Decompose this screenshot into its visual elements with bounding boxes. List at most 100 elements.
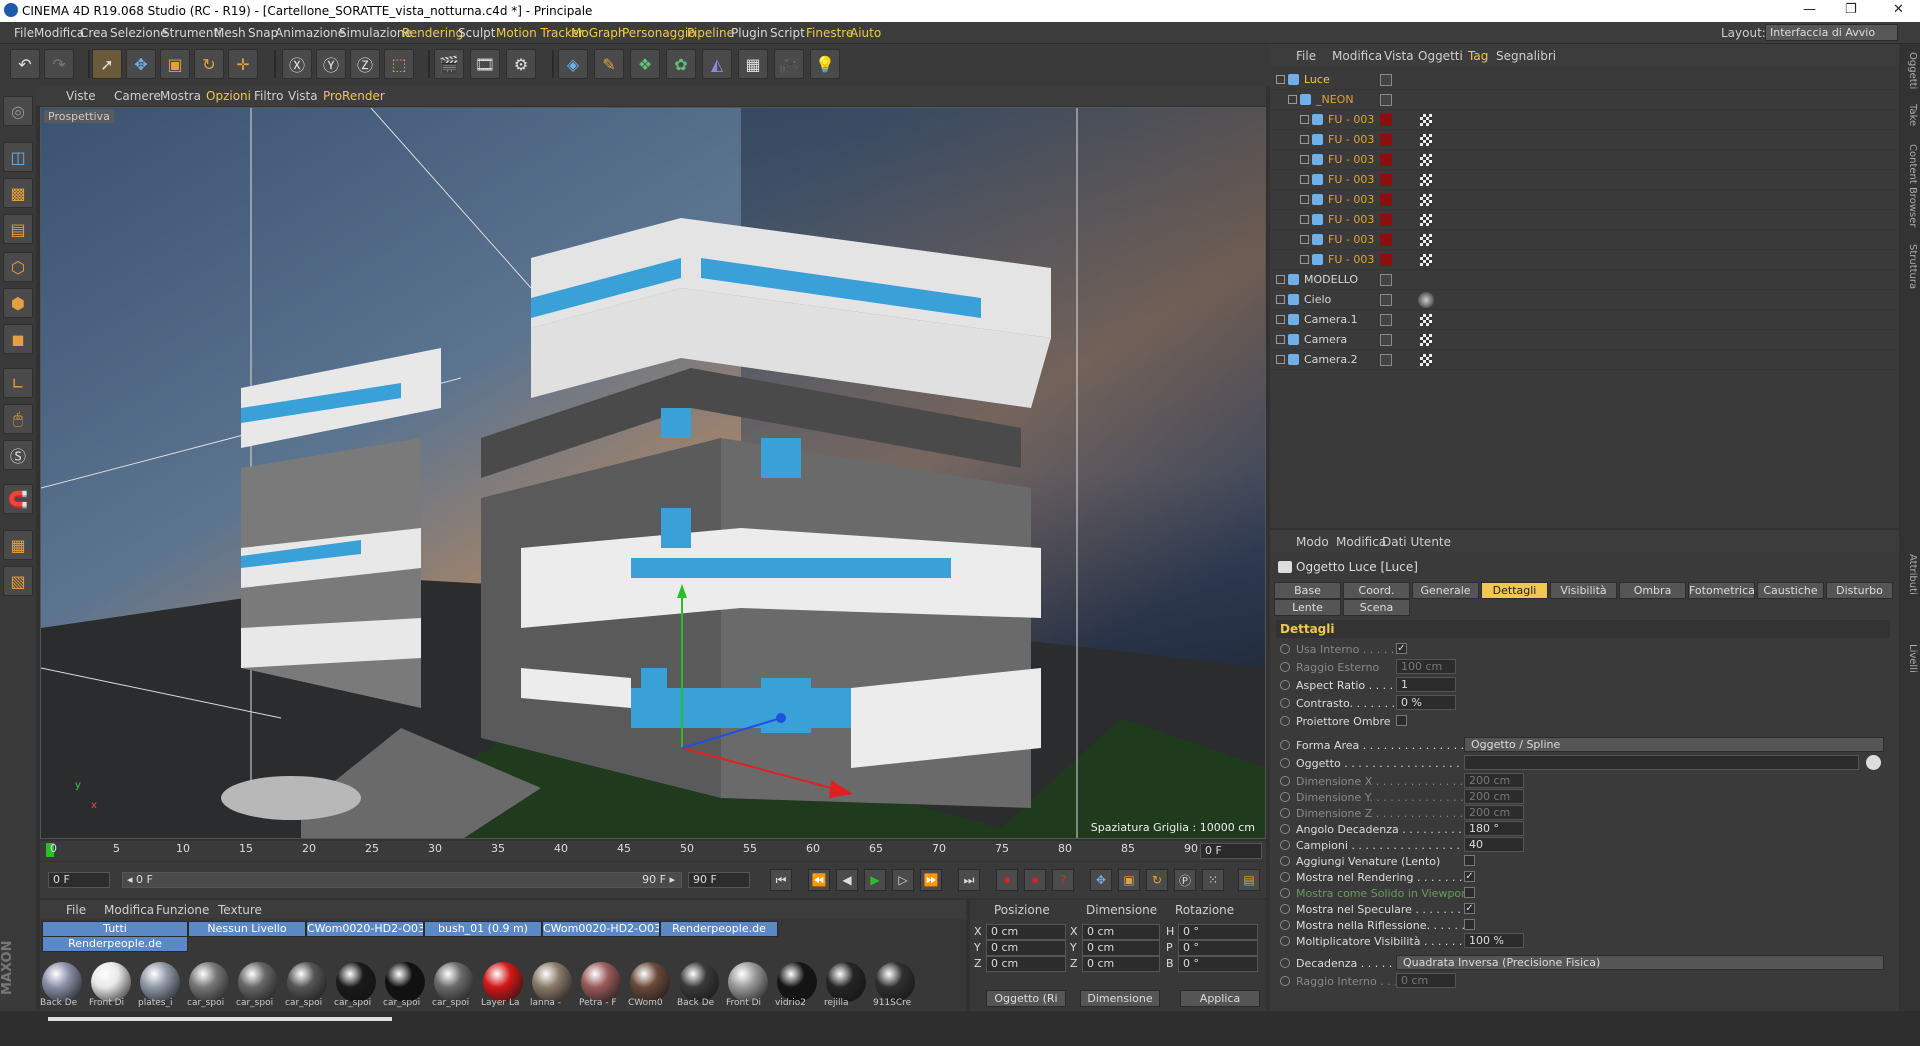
visibility-toggle[interactable] <box>1380 274 1392 286</box>
start-frame-field[interactable]: 0 F <box>48 872 110 888</box>
texture-tag-icon[interactable] <box>1420 214 1432 226</box>
attribute-field[interactable]: 180 ° <box>1464 821 1524 836</box>
attribute-menu-0[interactable]: Modo <box>1296 535 1329 549</box>
material-item[interactable]: car_spoi <box>187 962 231 1008</box>
attribute-checkbox[interactable] <box>1464 887 1475 898</box>
object-name[interactable]: FU - 003 <box>1328 173 1374 186</box>
attribute-field[interactable]: 0 cm <box>1396 973 1456 988</box>
material-item[interactable]: car_spoi <box>285 962 329 1008</box>
pla-key-icon[interactable]: ⁙ <box>1202 869 1224 891</box>
object-row[interactable]: FU - 003 <box>1270 150 1899 170</box>
animation-radio[interactable] <box>1280 920 1290 930</box>
object-name[interactable]: Camera <box>1304 333 1347 346</box>
menu-1[interactable]: Modifica <box>34 26 84 40</box>
material-item[interactable]: Back De <box>40 962 84 1008</box>
material-tab[interactable]: CWom0020-HD2-O03P06-S <box>542 921 660 937</box>
planar-workplane-icon[interactable]: ▧ <box>3 566 33 596</box>
layout-select[interactable]: Interfaccia di Avvio <box>1765 24 1898 41</box>
material-tab[interactable]: CWom0020-HD2-O03P06-S <box>306 921 424 937</box>
render-view-icon[interactable]: 🎬 <box>434 49 464 79</box>
axis-icon[interactable]: ∟ <box>3 368 33 398</box>
side-tab-5[interactable]: Livelli <box>1901 644 1918 673</box>
position-field[interactable]: 0 cm <box>986 924 1066 940</box>
material-item[interactable]: vidrio2 <box>775 962 819 1008</box>
object-name[interactable]: FU - 003 <box>1328 193 1374 206</box>
autokey-icon[interactable]: ⏺ <box>1024 869 1046 891</box>
object-name[interactable]: FU - 003 <box>1328 153 1374 166</box>
range-slider[interactable]: ◂ 0 F 90 F ▸ <box>122 872 682 888</box>
attribute-row[interactable]: Usa Interno . . . . . . ✓ <box>1276 640 1890 658</box>
scale-icon[interactable]: ▣ <box>160 49 190 79</box>
viewport-menu-3[interactable]: Opzioni <box>206 89 251 103</box>
size-field[interactable]: 0 cm <box>1082 940 1160 956</box>
expand-icon[interactable] <box>1276 355 1285 364</box>
animation-radio[interactable] <box>1280 698 1290 708</box>
attribute-row[interactable]: Aspect Ratio . . . .1 <box>1276 676 1890 694</box>
material-menu-1[interactable]: Modifica <box>104 903 154 917</box>
attribute-tab[interactable]: Coord. <box>1343 582 1410 599</box>
attribute-field[interactable]: 200 cm <box>1464 789 1524 804</box>
next-frame-icon[interactable]: ▷ <box>892 869 914 891</box>
material-item[interactable]: plates_i <box>138 962 182 1008</box>
material-item[interactable]: Back De <box>677 962 721 1008</box>
texture-tag-icon[interactable] <box>1420 114 1432 126</box>
animation-radio[interactable] <box>1280 958 1290 968</box>
object-menu-5[interactable]: Segnalibri <box>1496 49 1556 63</box>
expand-icon[interactable] <box>1288 95 1297 104</box>
expand-icon[interactable] <box>1300 175 1309 184</box>
object-row[interactable]: MODELLO <box>1270 270 1899 290</box>
undo-icon[interactable]: ↶ <box>10 49 40 79</box>
go-to-start-icon[interactable]: ⏮ <box>770 869 792 891</box>
material-item[interactable]: lanna - <box>530 962 574 1008</box>
animation-radio[interactable] <box>1280 680 1290 690</box>
menu-4[interactable]: Strumenti <box>162 26 222 40</box>
material-item[interactable]: car_spoi <box>236 962 280 1008</box>
points-mode-icon[interactable]: ⬡ <box>3 252 33 282</box>
y-axis-icon[interactable]: Ⓨ <box>316 49 346 79</box>
attribute-field[interactable]: 40 <box>1464 837 1524 852</box>
expand-icon[interactable] <box>1300 195 1309 204</box>
viewport-menu-4[interactable]: Filtro <box>254 89 283 103</box>
model-mode-icon[interactable]: ◫ <box>3 142 33 172</box>
expand-icon[interactable] <box>1276 275 1285 284</box>
cloner-icon[interactable]: ✿ <box>666 49 696 79</box>
object-row[interactable]: FU - 003 <box>1270 170 1899 190</box>
object-row[interactable]: Camera <box>1270 330 1899 350</box>
size-field[interactable]: 0 cm <box>1082 924 1160 940</box>
object-name[interactable]: FU - 003 <box>1328 133 1374 146</box>
menu-2[interactable]: Crea <box>80 26 108 40</box>
texture-tag-icon[interactable] <box>1420 174 1432 186</box>
animation-radio[interactable] <box>1280 716 1290 726</box>
side-tab-2[interactable]: Content Browser <box>1901 144 1918 227</box>
maximize-button[interactable]: ❐ <box>1845 2 1857 17</box>
minimize-button[interactable]: — <box>1803 2 1816 17</box>
expand-icon[interactable] <box>1300 135 1309 144</box>
object-menu-1[interactable]: Modifica <box>1332 49 1382 63</box>
close-button[interactable]: ✕ <box>1893 2 1904 17</box>
material-item[interactable]: car_spoi <box>334 962 378 1008</box>
timeline[interactable]: 0 5 10 15 20 25 30 35 40 45 50 55 60 65 70 75 80 85 90 0 F <box>40 841 1266 861</box>
menu-16[interactable]: Script <box>770 26 805 40</box>
menu-0[interactable]: File <box>14 26 34 40</box>
attribute-row[interactable]: Contrasto. . . . . . . .0 % <box>1276 694 1890 712</box>
texture-tag-icon[interactable] <box>1420 134 1432 146</box>
viewport-menu-6[interactable]: ProRender <box>323 89 385 103</box>
object-name[interactable]: Camera.1 <box>1304 313 1358 326</box>
attribute-tab[interactable]: Disturbo <box>1826 582 1893 599</box>
go-to-end-icon[interactable]: ⏭ <box>958 869 980 891</box>
object-name[interactable]: Camera.2 <box>1304 353 1358 366</box>
timeline-window-icon[interactable]: ▤ <box>1238 869 1260 891</box>
redo-icon[interactable]: ↷ <box>44 49 74 79</box>
animation-radio[interactable] <box>1280 840 1290 850</box>
protection-tag-icon[interactable] <box>1420 334 1432 346</box>
side-tab-4[interactable]: Attributi <box>1901 554 1918 595</box>
side-tab-3[interactable]: Struttura <box>1901 244 1918 289</box>
menu-13[interactable]: Personaggio <box>622 26 696 40</box>
attribute-menu-2[interactable]: Dati Utente <box>1382 535 1451 549</box>
viewport-menu-2[interactable]: Mostra <box>160 89 201 103</box>
attribute-field[interactable]: 200 cm <box>1464 773 1524 788</box>
expand-icon[interactable] <box>1276 295 1285 304</box>
texture-tag-icon[interactable] <box>1420 254 1432 266</box>
z-axis-icon[interactable]: Ⓩ <box>350 49 380 79</box>
object-name[interactable]: FU - 003 <box>1328 213 1374 226</box>
